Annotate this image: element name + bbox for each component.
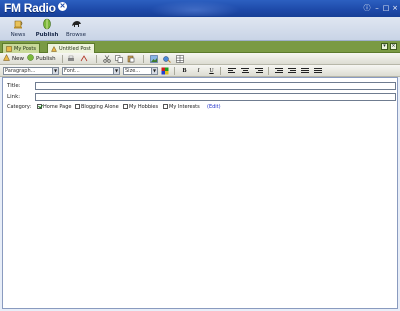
info-icon[interactable]: ⓘ (363, 4, 371, 12)
toolbar-separator (143, 55, 144, 63)
toolbar-separator (220, 67, 221, 75)
tab-options-icon[interactable]: ▾ (381, 43, 388, 50)
font-select-value: Font... (64, 68, 80, 74)
browse-icon (72, 21, 81, 27)
indent-icon[interactable] (288, 68, 296, 74)
insert-image-icon[interactable] (150, 55, 158, 63)
post-editor: Title: Link: Category: Home Page Bloggin… (2, 77, 398, 309)
paragraph-select-value: Paragraph... (5, 68, 36, 74)
category-name: Blogging Alone (81, 104, 119, 110)
bold-button[interactable]: B (180, 67, 189, 75)
size-select[interactable]: Size... ▼ (123, 67, 158, 75)
toolbar-separator (96, 55, 97, 63)
insert-table-icon[interactable] (176, 55, 184, 63)
post-icon (51, 46, 57, 52)
checkbox[interactable] (75, 104, 80, 109)
category-name: Home Page (43, 104, 72, 110)
nav-publish[interactable]: Publish (32, 18, 62, 40)
maximize-button[interactable]: □ (382, 4, 390, 12)
category-label: Category: (7, 104, 32, 110)
tab-my-posts[interactable]: My Posts (2, 43, 40, 53)
align-right-icon[interactable] (255, 68, 263, 74)
print-icon[interactable] (67, 55, 75, 63)
close-button[interactable]: × (391, 4, 399, 12)
italic-button[interactable]: I (194, 67, 203, 75)
publish-post-icon (27, 54, 34, 61)
align-left-icon[interactable] (228, 68, 236, 74)
toolbar-separator (174, 67, 175, 75)
category-my-interests[interactable]: My Interests (163, 104, 200, 110)
numbered-list-icon[interactable] (301, 68, 309, 74)
nav-browse[interactable]: Browse (61, 18, 91, 40)
outdent-icon[interactable] (275, 68, 283, 74)
copy-icon[interactable] (115, 55, 123, 63)
minimize-button[interactable]: – (373, 4, 381, 12)
paragraph-select[interactable]: Paragraph... ▼ (3, 67, 59, 75)
news-icon (14, 20, 23, 29)
publish-button[interactable]: Publish (27, 54, 56, 64)
align-center-icon[interactable] (241, 68, 249, 74)
chevron-down-icon: ▼ (52, 68, 58, 74)
publish-icon (43, 18, 51, 30)
category-home-page[interactable]: Home Page (37, 104, 71, 110)
underline-button[interactable]: U (207, 67, 216, 75)
main-nav: News Publish Browse (0, 17, 400, 41)
nav-browse-label: Browse (65, 32, 87, 38)
chevron-down-icon: ▼ (151, 68, 157, 74)
new-button-label: New (12, 56, 24, 62)
post-toolbar: New Publish (0, 53, 400, 65)
tab-strip: My Posts Untitled Post ▾ × (0, 41, 400, 53)
checkbox-checked[interactable] (37, 104, 42, 109)
tab-my-posts-label: My Posts (14, 46, 36, 52)
checkbox[interactable] (123, 104, 128, 109)
title-label: Title: (7, 83, 21, 89)
size-select-value: Size... (125, 68, 141, 74)
title-field[interactable] (35, 82, 396, 90)
toolbar-separator (268, 67, 269, 75)
checkbox[interactable] (163, 104, 168, 109)
link-label: Link: (7, 94, 21, 100)
new-button[interactable]: New (3, 54, 24, 64)
app-logo-icon: ✕ (58, 2, 67, 11)
format-toolbar: Paragraph... ▼ Font... ▼ Size... ▼ B I U (0, 65, 400, 77)
chevron-down-icon: ▼ (113, 68, 119, 74)
category-blogging-alone[interactable]: Blogging Alone (75, 104, 119, 110)
title-bar: FM Radio ✕ ⓘ – □ × (0, 0, 400, 17)
tab-untitled-post-label: Untitled Post (59, 46, 91, 52)
category-my-hobbies[interactable]: My Hobbies (123, 104, 158, 110)
publish-button-label: Publish (36, 56, 56, 62)
text-color-icon[interactable] (161, 67, 169, 75)
paste-icon[interactable] (127, 55, 135, 63)
toolbar-separator (62, 55, 63, 63)
link-field[interactable] (35, 93, 396, 101)
nav-publish-label: Publish (35, 32, 59, 38)
tab-untitled-post[interactable]: Untitled Post (47, 43, 95, 53)
category-name: My Interests (169, 104, 200, 110)
posts-icon (6, 46, 12, 52)
title-watermark (150, 1, 240, 16)
edit-categories-link[interactable]: (Edit) (207, 104, 221, 110)
nav-news-label: News (10, 32, 26, 38)
new-post-icon (3, 54, 10, 61)
category-name: My Hobbies (129, 104, 159, 110)
spellcheck-icon[interactable] (80, 55, 88, 63)
tab-close-icon[interactable]: × (390, 43, 397, 50)
cut-icon[interactable] (103, 55, 111, 63)
bulleted-list-icon[interactable] (314, 68, 322, 74)
font-select[interactable]: Font... ▼ (62, 67, 120, 75)
insert-link-icon[interactable] (163, 55, 171, 63)
nav-news[interactable]: News (3, 18, 33, 40)
app-title: FM Radio (4, 1, 56, 15)
